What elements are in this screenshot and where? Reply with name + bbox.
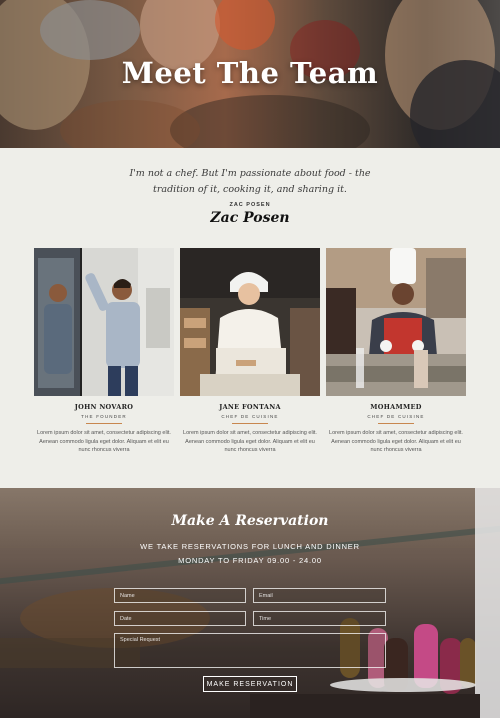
team-photo-john — [34, 248, 174, 396]
team-name: MOHAMMED — [370, 403, 422, 411]
team-description: Lorem ipsum dolor sit amet, consectetur … — [329, 430, 463, 453]
divider — [86, 423, 122, 424]
divider — [232, 423, 268, 424]
reservation-title: Make A Reservation — [171, 513, 329, 529]
signature-image: Zac Posen — [210, 210, 290, 226]
team-name: JOHN NOVARO — [74, 403, 134, 411]
chef-quote: I'm not a chef. But I'm passionate about… — [0, 166, 500, 198]
hero-banner: Meet The Team — [0, 0, 500, 148]
team-name: JANE FONTANA — [219, 403, 281, 411]
team-description: Lorem ipsum dolor sit amet, consectetur … — [37, 430, 171, 453]
reservation-hours: MONDAY TO FRIDAY 09.00 - 24.00 — [178, 556, 322, 565]
quote-author: ZAC POSEN — [229, 202, 271, 208]
team-description: Lorem ipsum dolor sit amet, consectetur … — [183, 430, 317, 453]
team-role: THE FOUNDER — [81, 414, 127, 419]
make-reservation-button[interactable]: MAKE RESERVATION — [203, 676, 297, 692]
quote-line-2: tradition of it, cooking it, and sharing… — [153, 184, 347, 195]
reservation-subtitle: WE TAKE RESERVATIONS FOR LUNCH AND DINNE… — [140, 542, 360, 551]
divider — [378, 423, 414, 424]
team-role: CHEF DE CUISINE — [367, 414, 425, 419]
team-photo-mohammed — [326, 248, 466, 396]
name-input[interactable] — [114, 588, 246, 603]
time-input[interactable] — [253, 611, 386, 626]
team-photo-jane — [180, 248, 320, 396]
reservation-section: Make A Reservation WE TAKE RESERVATIONS … — [0, 488, 500, 718]
quote-line-1: I'm not a chef. But I'm passionate about… — [129, 168, 371, 179]
date-input[interactable] — [114, 611, 246, 626]
team-card-jane: JANE FONTANA CHEF DE CUISINE Lorem ipsum… — [180, 248, 320, 455]
special-request-textarea[interactable] — [114, 633, 386, 668]
page-title: Meet The Team — [121, 56, 379, 90]
team-card-mohammed: MOHAMMED CHEF DE CUISINE Lorem ipsum dol… — [326, 248, 466, 455]
team-card-founder: JOHN NOVARO THE FOUNDER Lorem ipsum dolo… — [34, 248, 174, 455]
team-role: CHEF DE CUISINE — [221, 414, 279, 419]
email-input[interactable] — [253, 588, 386, 603]
